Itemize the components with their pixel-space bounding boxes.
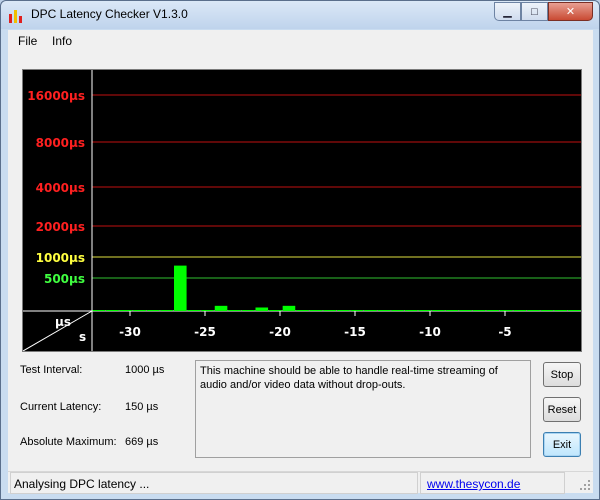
- latency-bar: [160, 310, 173, 311]
- latency-bar: [432, 310, 445, 311]
- minimize-icon: ▁: [503, 6, 512, 18]
- y-unit-label: µs: [55, 315, 71, 329]
- latency-bar: [228, 310, 241, 311]
- absolute-max-value: 669 µs: [125, 436, 159, 448]
- menu-file[interactable]: File: [18, 34, 37, 48]
- menu-bar: File Info: [8, 30, 593, 52]
- latency-bar: [282, 305, 296, 311]
- absolute-max-label: Absolute Maximum:: [20, 436, 117, 448]
- latency-chart-svg: 16000µs 8000µs 4000µs 2000µs 1000µs 500µs µss -…: [23, 70, 581, 351]
- maximize-button[interactable]: □: [521, 2, 548, 21]
- latency-bar: [472, 310, 486, 311]
- app-icon: [9, 10, 22, 23]
- latency-bar: [119, 310, 133, 311]
- latency-bar: [201, 310, 214, 311]
- current-latency-label: Current Latency:: [20, 401, 102, 413]
- latency-bar: [513, 310, 527, 311]
- latency-bar: [486, 310, 499, 311]
- status-bar: Analysing DPC latency ... www.thesycon.d…: [8, 471, 593, 494]
- latency-bar: [364, 310, 377, 311]
- latency-bar: [527, 310, 540, 311]
- minimize-button[interactable]: ▁: [494, 2, 521, 21]
- status-text: Analysing DPC latency ...: [10, 472, 418, 494]
- test-interval-label: Test Interval:: [20, 364, 83, 376]
- x-unit-label: s: [79, 330, 86, 344]
- y-tick-label: 500µs: [44, 272, 85, 286]
- window-title: DPC Latency Checker V1.3.0: [31, 7, 188, 21]
- menu-info[interactable]: Info: [52, 34, 72, 48]
- latency-graph: 16000µs 8000µs 4000µs 2000µs 1000µs 500µs µs s -…: [22, 69, 582, 352]
- close-button[interactable]: ✕: [548, 2, 593, 21]
- latency-bar: [187, 310, 201, 311]
- stop-button[interactable]: Stop: [543, 362, 581, 387]
- latency-bar: [296, 310, 309, 311]
- latency-bar: [133, 310, 146, 311]
- latency-bar: [377, 310, 391, 311]
- status-message: This machine should be able to handle re…: [195, 360, 531, 458]
- website-link[interactable]: www.thesycon.de: [420, 472, 565, 494]
- y-tick-label: 2000µs: [36, 220, 85, 234]
- latency-bar: [500, 310, 513, 311]
- exit-button[interactable]: Exit: [543, 432, 581, 457]
- title-bar[interactable]: DPC Latency Checker V1.3.0 ▁ □ ✕: [1, 1, 599, 29]
- x-tick-label: -30: [119, 325, 141, 339]
- y-tick-label: 16000µs: [27, 89, 85, 103]
- latency-bar: [309, 310, 323, 311]
- x-tick-label: -25: [194, 325, 216, 339]
- latency-bar: [404, 310, 418, 311]
- y-tick-label: 1000µs: [36, 251, 85, 265]
- latency-bar: [323, 310, 336, 311]
- x-tick-label: -20: [269, 325, 291, 339]
- close-icon: ✕: [565, 6, 576, 18]
- client-area: File Info 16000µs 8000µs 4000µs 2000µs 1000µ…: [8, 30, 593, 494]
- latency-bar: [337, 310, 350, 311]
- latency-bar: [174, 265, 187, 311]
- resize-grip-icon[interactable]: [579, 479, 591, 491]
- latency-bar: [241, 310, 255, 311]
- latency-bar: [567, 310, 581, 311]
- latency-bar: [459, 310, 472, 311]
- latency-bar: [540, 310, 554, 311]
- latency-bar: [418, 310, 432, 311]
- test-interval-value: 1000 µs: [125, 364, 165, 376]
- latency-bar: [255, 307, 269, 311]
- latency-bar: [445, 310, 459, 311]
- latency-bar: [214, 305, 228, 311]
- reset-button[interactable]: Reset: [543, 397, 581, 422]
- latency-bar: [269, 310, 282, 311]
- latency-bar: [391, 310, 404, 311]
- app-window: DPC Latency Checker V1.3.0 ▁ □ ✕ File In…: [0, 0, 600, 500]
- y-tick-label: 4000µs: [36, 181, 85, 195]
- latency-bar: [350, 310, 364, 311]
- x-tick-label: -15: [344, 325, 366, 339]
- latency-bar: [92, 310, 106, 311]
- x-tick-label: -10: [419, 325, 441, 339]
- maximize-icon: □: [531, 5, 538, 18]
- latency-bar: [146, 310, 160, 311]
- y-tick-label: 8000µs: [36, 136, 85, 150]
- latency-bar: [554, 310, 567, 311]
- current-latency-value: 150 µs: [125, 401, 159, 413]
- x-tick-label: -5: [498, 325, 511, 339]
- latency-bar: [106, 310, 119, 311]
